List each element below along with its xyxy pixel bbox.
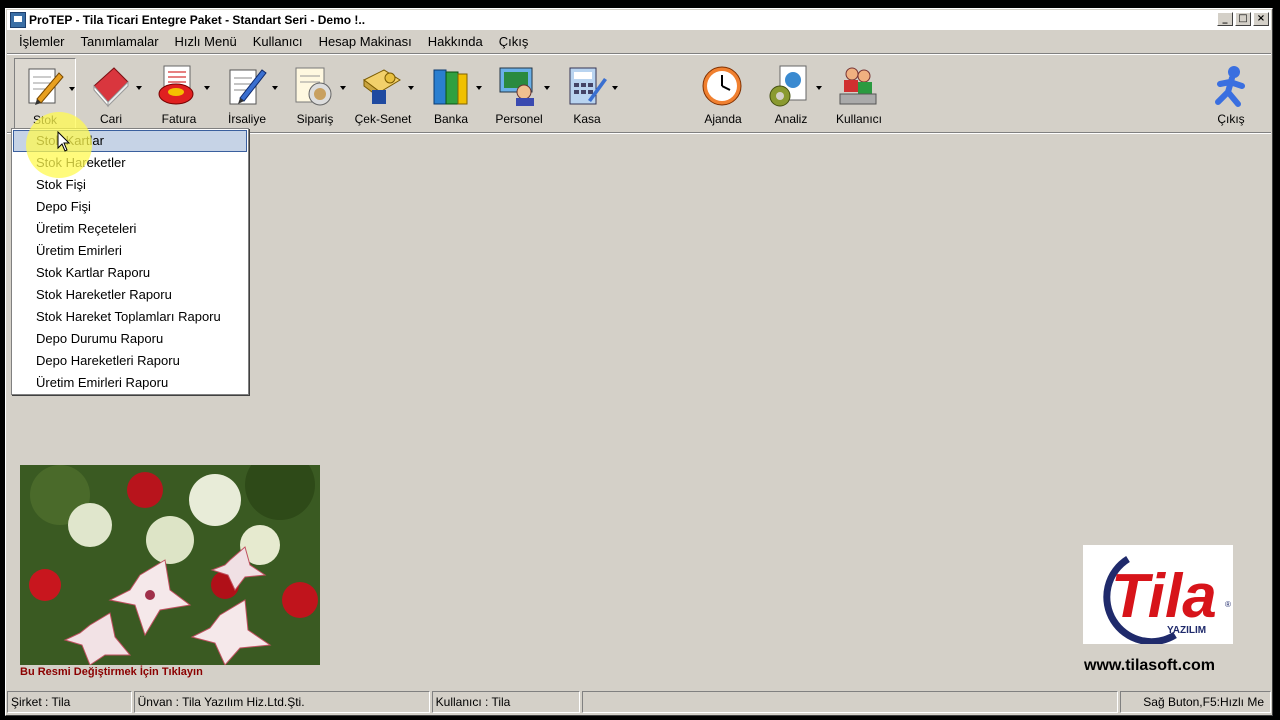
toolbar-kullanici-button[interactable]: Kullanıcı (828, 58, 890, 130)
toolbar-cari-button[interactable]: Cari (80, 58, 142, 130)
flower-bouquet-image (20, 465, 320, 665)
bank-books-icon (433, 69, 468, 105)
book-icon (93, 67, 129, 108)
main-toolbar: Stok Cari Fatura (7, 53, 1271, 133)
kasa-dropdown-arrow[interactable] (612, 86, 618, 90)
menu-item-uretim-emirleri-raporu[interactable]: Üretim Emirleri Raporu (13, 372, 247, 394)
toolbar-banka-button[interactable]: Banka (420, 58, 482, 130)
app-icon[interactable] (10, 12, 26, 28)
menu-item-depo-durumu-raporu[interactable]: Depo Durumu Raporu (13, 328, 247, 350)
menu-item-depo-fisi[interactable]: Depo Fişi (13, 196, 247, 218)
status-company: Şirket : Tila (7, 691, 132, 713)
menu-cikis[interactable]: Çıkış (491, 34, 537, 49)
menu-item-stok-kartlar-raporu[interactable]: Stok Kartlar Raporu (13, 262, 247, 284)
toolbar-kasa-button[interactable]: Kasa (556, 58, 618, 130)
clock-icon (702, 66, 742, 106)
cari-dropdown-arrow[interactable] (136, 86, 142, 90)
toolbar-label: Sipariş (296, 112, 334, 126)
menu-islemler[interactable]: İşlemler (11, 34, 73, 49)
menu-item-uretim-emirleri[interactable]: Üretim Emirleri (13, 240, 247, 262)
toolbar-label: Kasa (573, 112, 601, 126)
fatura-dropdown-arrow[interactable] (204, 86, 210, 90)
banka-dropdown-arrow[interactable] (476, 86, 482, 90)
menu-item-stok-hareket-toplamlari-raporu[interactable]: Stok Hareket Toplamları Raporu (13, 306, 247, 328)
toolbar-label: Çıkış (1217, 112, 1245, 126)
logo-registered: ® (1225, 600, 1231, 609)
invoice-icon (158, 65, 194, 105)
tila-logo: Tila YAZILIM ® (1083, 545, 1233, 646)
toolbar-label: Cari (99, 112, 122, 126)
siparis-dropdown-arrow[interactable] (340, 86, 346, 90)
irsaliye-dropdown-arrow[interactable] (272, 86, 278, 90)
menu-item-stok-fisi[interactable]: Stok Fişi (13, 174, 247, 196)
logo-word: Tila (1111, 562, 1217, 631)
order-document-icon (295, 67, 332, 106)
menu-hesap-makinasi[interactable]: Hesap Makinası (311, 34, 420, 49)
menu-item-depo-hareketleri-raporu[interactable]: Depo Hareketleri Raporu (13, 350, 247, 372)
toolbar-label: Çek-Senet (354, 112, 412, 126)
menu-kullanici[interactable]: Kullanıcı (245, 34, 311, 49)
status-title: Ünvan : Tila Yazılım Hiz.Ltd.Şti. (133, 691, 430, 713)
toolbar-siparis-button[interactable]: Sipariş (284, 58, 346, 130)
menu-tanimlamalar[interactable]: Tanımlamalar (73, 34, 167, 49)
users-icon (839, 67, 877, 105)
toolbar-label: İrsaliye (227, 112, 266, 126)
cek-senet-dropdown-arrow[interactable] (408, 86, 414, 90)
toolbar-ajanda-button[interactable]: Ajanda (692, 58, 754, 130)
personnel-icon (499, 67, 534, 106)
window-controls: _ □ × (1217, 12, 1269, 26)
running-man-icon (1215, 66, 1245, 107)
menu-hakkinda[interactable]: Hakkında (420, 34, 491, 49)
title-bar: ProTEP - Tila Ticari Entegre Paket - Sta… (7, 10, 1271, 30)
toolbar-irsaliye-button[interactable]: İrsaliye (216, 58, 278, 130)
personel-dropdown-arrow[interactable] (544, 86, 550, 90)
menu-item-uretim-receteleri[interactable]: Üretim Reçeteleri (13, 218, 247, 240)
toolbar-label: Kullanıcı (835, 112, 883, 126)
toolbar-label: Analiz (774, 112, 808, 126)
status-empty (582, 691, 1119, 713)
menu-bar: İşlemler Tanımlamalar Hızlı Menü Kullanı… (7, 31, 1271, 51)
stock-pencil-icon (28, 68, 64, 105)
logo-subtext: YAZILIM (1167, 625, 1206, 636)
toolbar-personel-button[interactable]: Personel (488, 58, 550, 130)
photo-caption[interactable]: Bu Resmi Değiştirmek İçin Tıklayın (20, 666, 203, 678)
status-hint: Sağ Buton,F5:Hızlı Me (1120, 691, 1271, 713)
window-title: ProTEP - Tila Ticari Entegre Paket - Sta… (29, 13, 366, 27)
toolbar-cek-senet-button[interactable]: Çek-Senet (352, 58, 414, 130)
calculator-icon (569, 67, 607, 105)
minimize-button[interactable]: _ (1217, 12, 1233, 26)
toolbar-label: Ajanda (704, 112, 742, 126)
stok-dropdown-arrow[interactable] (69, 87, 75, 91)
mouse-cursor-icon (57, 131, 71, 152)
analysis-gear-icon (769, 65, 807, 107)
background-photo[interactable] (20, 465, 320, 665)
analiz-dropdown-arrow[interactable] (816, 86, 822, 90)
close-button[interactable]: × (1253, 12, 1269, 26)
status-bar: Şirket : Tila Ünvan : Tila Yazılım Hiz.L… (7, 691, 1271, 713)
menu-hizli-menu[interactable]: Hızlı Menü (167, 34, 245, 49)
website-url: www.tilasoft.com (1084, 657, 1215, 674)
maximize-button[interactable]: □ (1235, 12, 1251, 26)
toolbar-cikis-button[interactable]: Çıkış (1200, 58, 1262, 130)
pen-document-icon (229, 69, 267, 105)
toolbar-label: Fatura (161, 112, 197, 126)
menu-item-stok-hareketler-raporu[interactable]: Stok Hareketler Raporu (13, 284, 247, 306)
toolbar-analiz-button[interactable]: Analiz (760, 58, 822, 130)
check-book-icon (363, 69, 401, 104)
toolbar-label: Banka (433, 112, 469, 126)
status-user: Kullanıcı : Tila (431, 691, 581, 713)
toolbar-label: Personel (495, 112, 543, 126)
toolbar-fatura-button[interactable]: Fatura (148, 58, 210, 130)
